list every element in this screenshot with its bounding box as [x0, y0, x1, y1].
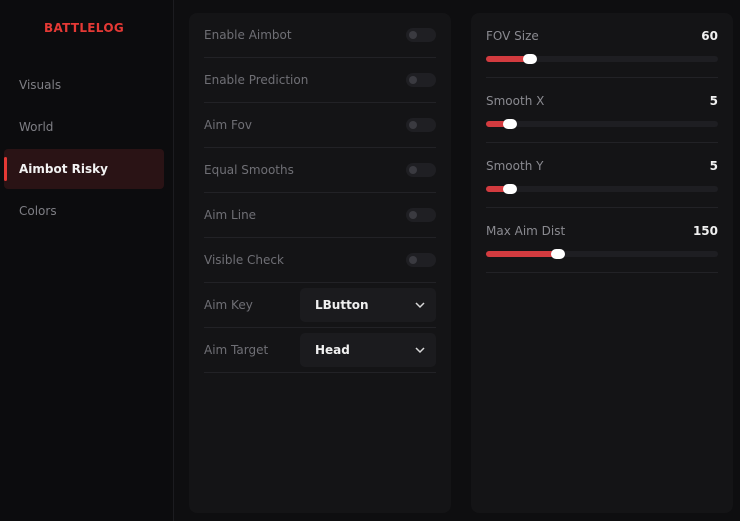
toggle-knob: [409, 166, 417, 174]
slider-label: Max Aim Dist: [486, 224, 566, 238]
option-row-equal-smooths: Equal Smooths: [204, 148, 436, 193]
toggle-knob: [409, 256, 417, 264]
aim-key-select[interactable]: LButton: [300, 288, 436, 322]
option-row-aim-fov: Aim Fov: [204, 103, 436, 148]
smooth-x-slider[interactable]: [486, 119, 718, 129]
sidebar-item-visuals[interactable]: Visuals: [4, 65, 164, 105]
aim-line-toggle[interactable]: [406, 208, 436, 222]
slider-fill: [486, 251, 558, 257]
slider-thumb[interactable]: [503, 184, 518, 194]
slider-thumb[interactable]: [503, 119, 518, 129]
select-value: Head: [315, 343, 350, 357]
option-label: Visible Check: [204, 253, 284, 267]
option-row-visible-check: Visible Check: [204, 238, 436, 283]
toggle-knob: [409, 211, 417, 219]
brand-logo: BATTLELOG: [44, 21, 124, 35]
slider-row-fov-size: FOV Size 60: [486, 13, 718, 78]
option-label: Aim Target: [204, 343, 269, 357]
option-row-enable-prediction: Enable Prediction: [204, 58, 436, 103]
slider-value: 5: [709, 94, 718, 108]
fov-size-slider[interactable]: [486, 54, 718, 64]
sidebar-item-label: Aimbot Risky: [19, 162, 108, 176]
slider-value: 150: [692, 224, 718, 238]
option-row-aim-line: Aim Line: [204, 193, 436, 238]
slider-row-smooth-x: Smooth X 5: [486, 78, 718, 143]
slider-thumb[interactable]: [550, 249, 565, 259]
option-row-aim-key: Aim Key LButton: [204, 283, 436, 328]
toggle-knob: [409, 31, 417, 39]
option-label: Aim Key: [204, 298, 253, 312]
aim-fov-toggle[interactable]: [406, 118, 436, 132]
option-label: Equal Smooths: [204, 163, 294, 177]
sidebar-item-label: Colors: [19, 204, 57, 218]
chevron-down-icon: [415, 302, 425, 309]
sidebar-item-aimbot-risky[interactable]: Aimbot Risky: [4, 149, 164, 189]
option-label: Aim Line: [204, 208, 257, 222]
enable-aimbot-toggle[interactable]: [406, 28, 436, 42]
sidebar-item-world[interactable]: World: [4, 107, 164, 147]
slider-thumb[interactable]: [523, 54, 538, 64]
sidebar-item-label: Visuals: [19, 78, 62, 92]
aim-target-select[interactable]: Head: [300, 333, 436, 367]
slider-value: 5: [709, 159, 718, 173]
option-label: Enable Aimbot: [204, 28, 292, 42]
slider-row-max-aim-dist: Max Aim Dist 150: [486, 208, 718, 273]
option-row-aim-target: Aim Target Head: [204, 328, 436, 373]
sliders-panel: FOV Size 60 Smooth X 5 Smooth Y 5 Max Ai…: [471, 13, 733, 513]
slider-label: Smooth Y: [486, 159, 544, 173]
slider-value: 60: [701, 29, 718, 43]
slider-label: FOV Size: [486, 29, 539, 43]
slider-row-smooth-y: Smooth Y 5: [486, 143, 718, 208]
option-label: Aim Fov: [204, 118, 252, 132]
sidebar-item-colors[interactable]: Colors: [4, 191, 164, 231]
chevron-down-icon: [415, 347, 425, 354]
smooth-y-slider[interactable]: [486, 184, 718, 194]
toggle-knob: [409, 121, 417, 129]
max-aim-dist-slider[interactable]: [486, 249, 718, 259]
option-label: Enable Prediction: [204, 73, 309, 87]
option-row-enable-aimbot: Enable Aimbot: [204, 13, 436, 58]
sidebar-nav: Visuals World Aimbot Risky Colors: [4, 65, 164, 233]
visible-check-toggle[interactable]: [406, 253, 436, 267]
enable-prediction-toggle[interactable]: [406, 73, 436, 87]
options-panel: Enable Aimbot Enable Prediction Aim Fov …: [189, 13, 451, 513]
equal-smooths-toggle[interactable]: [406, 163, 436, 177]
sidebar: BATTLELOG Visuals World Aimbot Risky Col…: [0, 0, 174, 521]
slider-label: Smooth X: [486, 94, 545, 108]
select-value: LButton: [315, 298, 369, 312]
sidebar-item-label: World: [19, 120, 54, 134]
toggle-knob: [409, 76, 417, 84]
